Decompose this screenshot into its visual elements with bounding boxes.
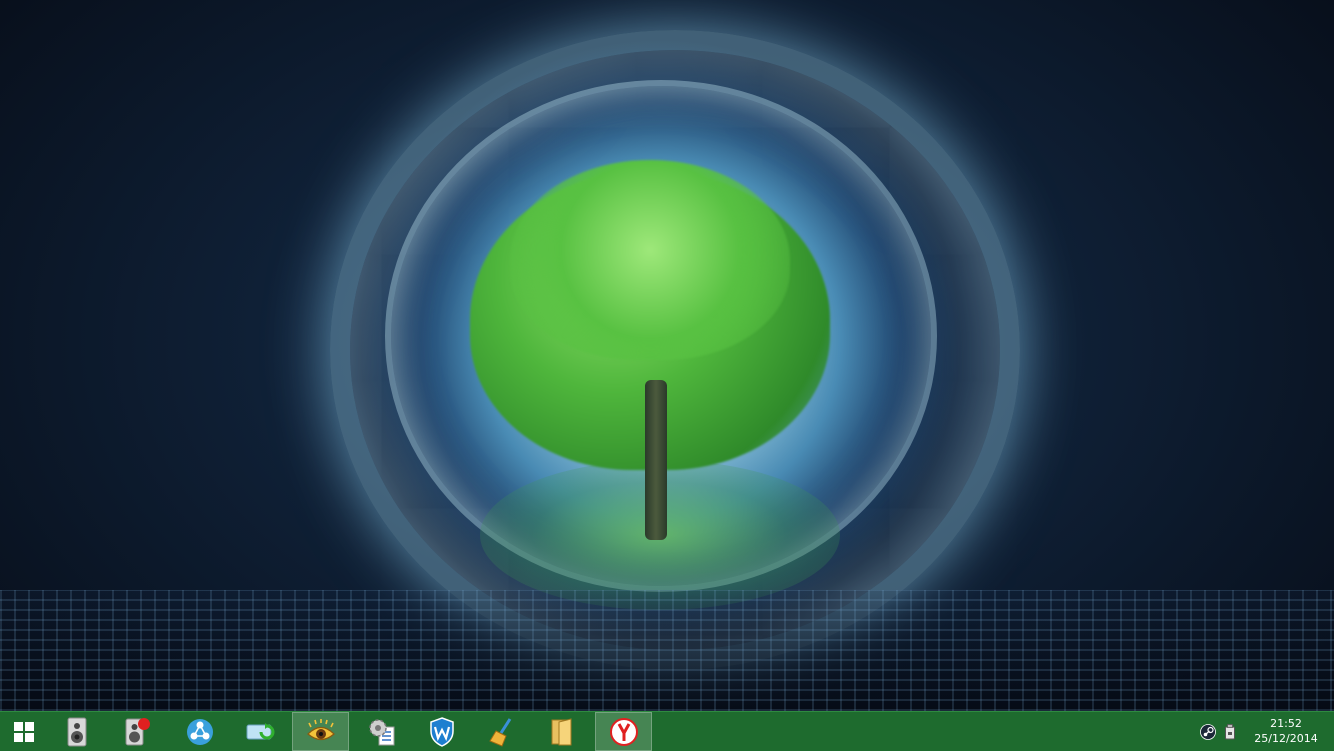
- tree-trunk: [645, 380, 667, 540]
- taskbar-speakers-app[interactable]: [48, 712, 105, 751]
- taskbar-network-app[interactable]: [171, 712, 228, 751]
- folder-icon: [551, 717, 571, 745]
- tree-crown-highlight: [510, 160, 790, 360]
- taskbar-clock[interactable]: 21:52 25/12/2014: [1250, 716, 1322, 746]
- steam-tray-button[interactable]: [1200, 723, 1216, 740]
- taskbar-cleaner-app[interactable]: [473, 712, 530, 751]
- taskbar-eye-app[interactable]: [292, 712, 349, 751]
- start-button[interactable]: [0, 712, 48, 751]
- yandex-y-icon: [609, 717, 638, 746]
- floor-grid: [0, 590, 1334, 711]
- eye-icon: [306, 718, 335, 740]
- usb-drive-tray-button[interactable]: [1222, 723, 1238, 740]
- clock-time: 21:52: [1270, 717, 1302, 730]
- system-tray: [1200, 712, 1238, 751]
- battery-recycle-icon: [246, 722, 274, 739]
- taskbar-yandex-browser[interactable]: [595, 712, 652, 751]
- steam-icon: [1200, 723, 1216, 740]
- taskbar-shield-app[interactable]: [413, 712, 470, 751]
- taskbar-file-explorer[interactable]: [533, 712, 590, 751]
- triangle-nodes-icon: [186, 718, 213, 745]
- windows-logo-icon: [14, 721, 34, 742]
- usb-drive-icon: [1225, 723, 1235, 739]
- broom-icon: [488, 717, 511, 747]
- gear-document-icon: [368, 718, 394, 745]
- taskbar-battery-app[interactable]: [232, 712, 289, 751]
- speaker-red-badge-icon: [125, 717, 150, 745]
- desktop-wallpaper: [0, 0, 1334, 711]
- taskbar-settings-app[interactable]: [353, 712, 410, 751]
- shield-w-icon: [429, 716, 454, 747]
- taskbar-speakers-alert-app[interactable]: [108, 712, 165, 751]
- taskbar: 21:52 25/12/2014: [0, 711, 1334, 751]
- clock-date: 25/12/2014: [1254, 732, 1318, 745]
- speaker-icon: [67, 717, 86, 746]
